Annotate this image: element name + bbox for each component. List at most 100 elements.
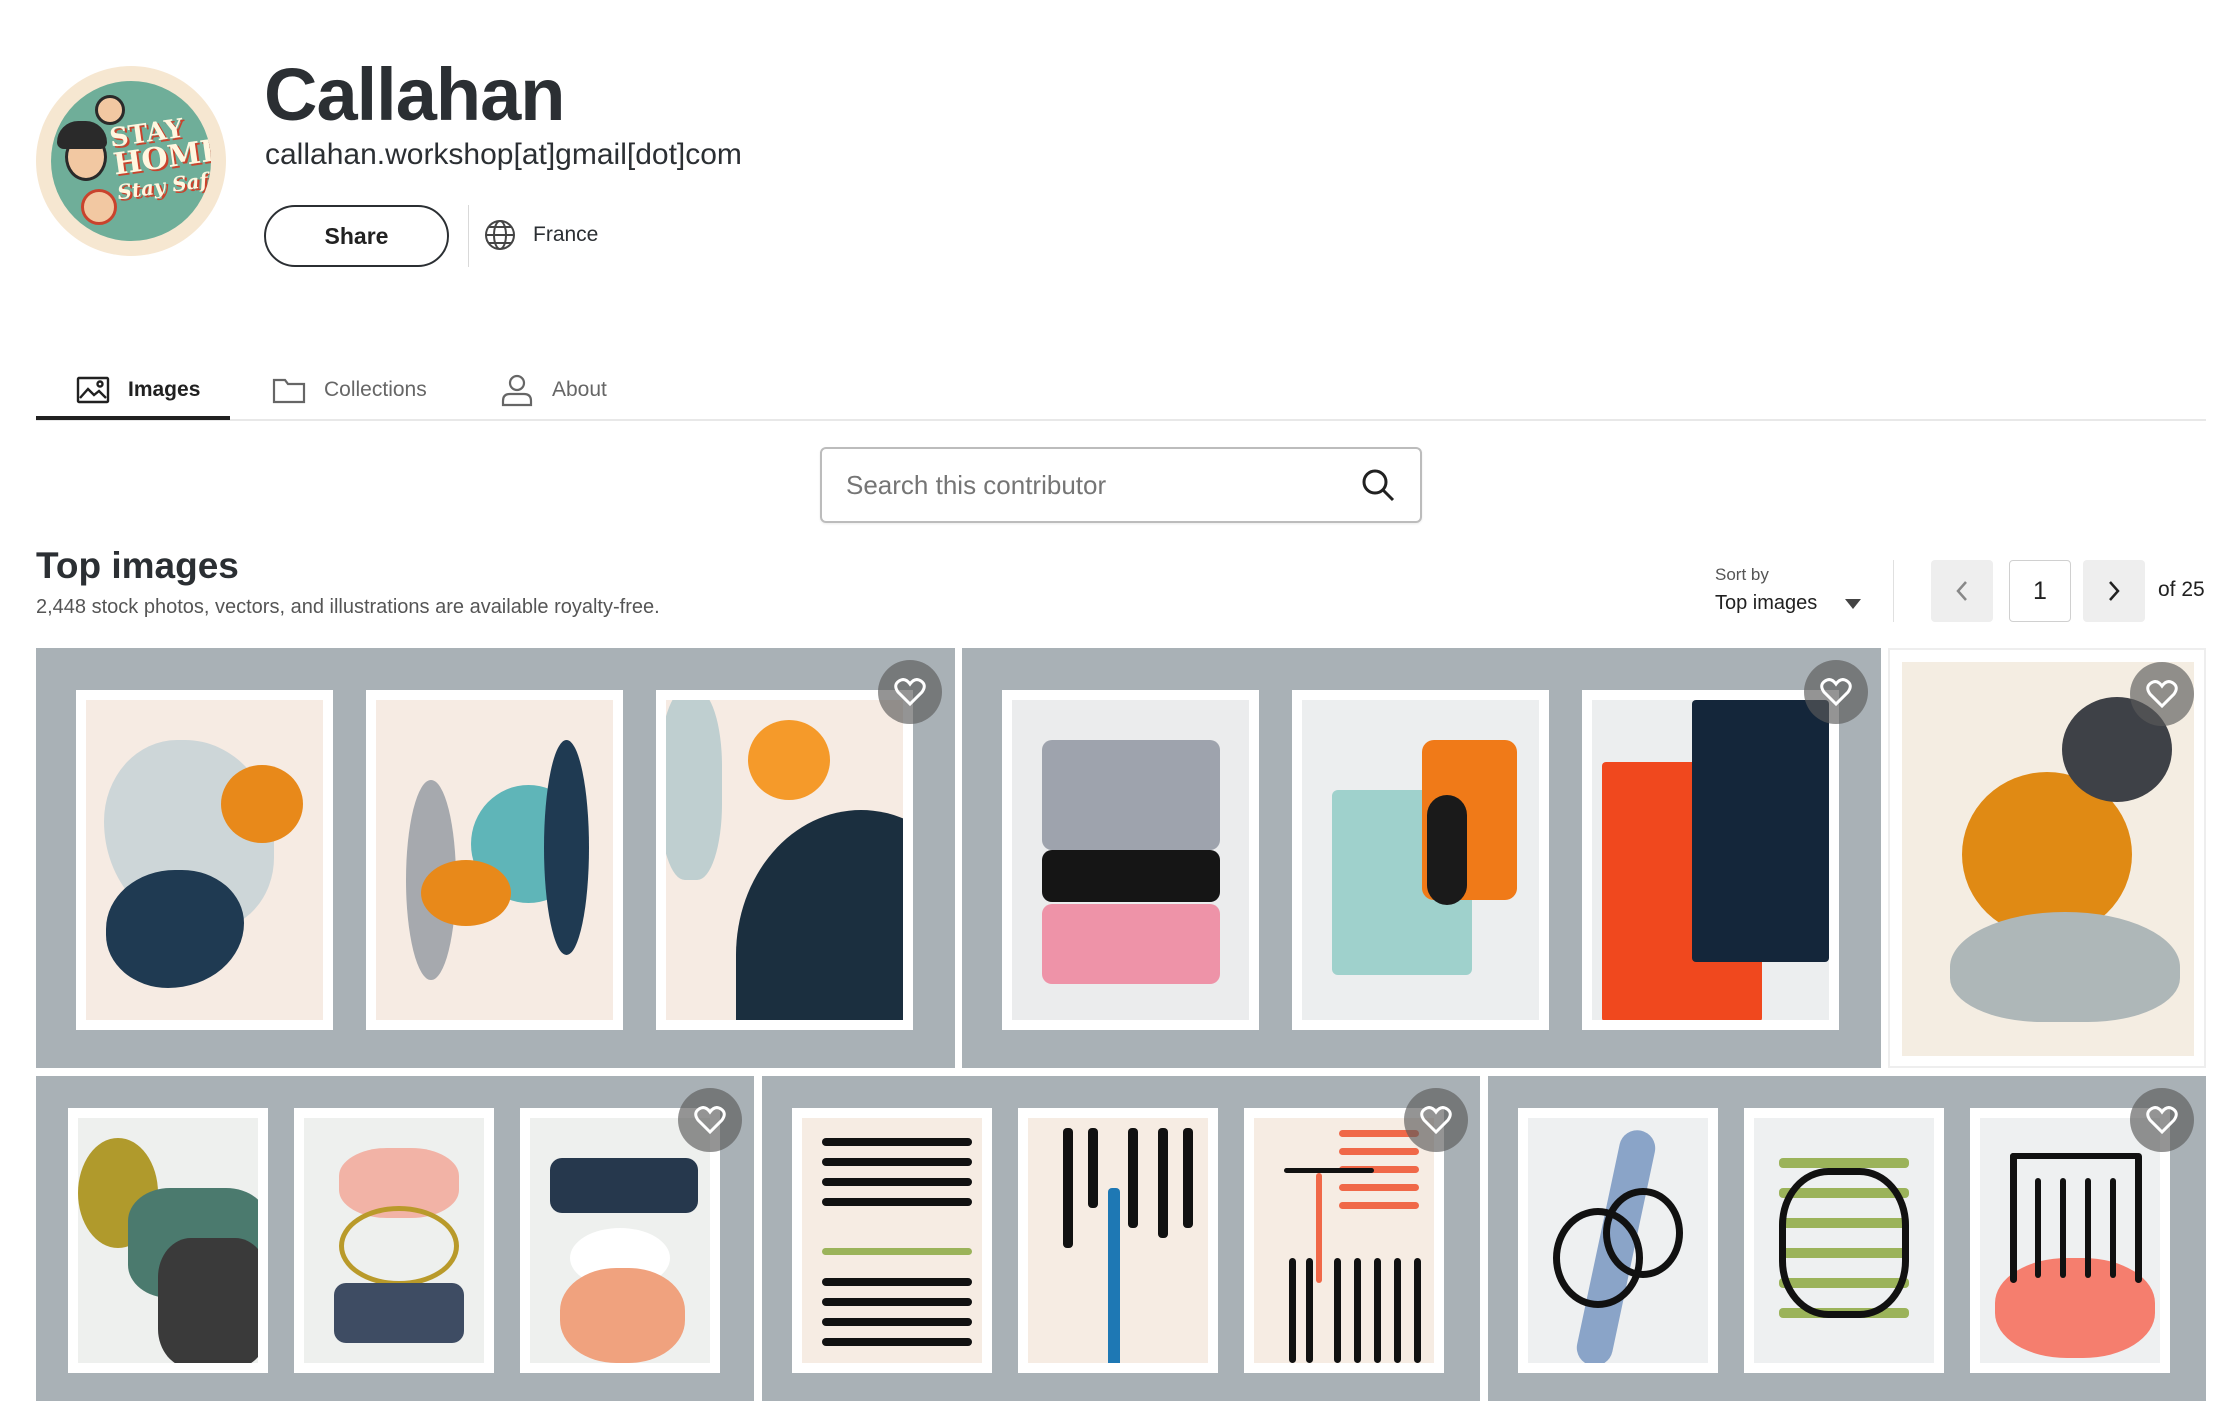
artwork-stripe [2135,1153,2142,1283]
heart-icon [1820,678,1852,707]
search-icon[interactable] [1360,467,1396,503]
globe-icon [485,220,515,250]
artwork-stripe [2060,1178,2066,1278]
artwork-stripe [1128,1128,1138,1228]
artwork-shape [736,810,903,1020]
favorite-button[interactable] [878,660,942,724]
artwork-poster [1244,1108,1444,1373]
artwork-paper [304,1118,484,1363]
artwork-stripe [1339,1148,1419,1155]
sort-label: Sort by [1715,565,1769,584]
share-button[interactable]: Share [264,205,449,267]
artwork-stripe [1339,1202,1419,1209]
avatar-artwork: STAY HOME Stay Safe [51,81,211,241]
page-total-label: of 25 [2158,578,2205,601]
sort-dropdown[interactable]: Top images [1715,592,1862,615]
heart-icon [694,1106,726,1135]
artwork-stripe [822,1158,972,1166]
artwork-shape [666,700,722,880]
artwork-stripe [1063,1128,1073,1248]
artwork-paper [1012,700,1249,1020]
contributor-email: callahan.workshop[at]gmail[dot]com [265,138,742,171]
image-tile[interactable] [36,1076,754,1401]
artwork-stripe [1183,1128,1193,1228]
tab-images-label: Images [128,378,201,401]
artwork-stripe [1306,1258,1313,1363]
tab-collections[interactable]: Collections [272,370,427,410]
artwork-stripe [1284,1168,1374,1173]
favorite-button[interactable] [1804,660,1868,724]
chevron-down-icon [1845,598,1862,609]
artwork-shape [1042,850,1220,902]
favorite-button[interactable] [1404,1088,1468,1152]
favorite-button[interactable] [678,1088,742,1152]
person-icon [501,374,533,407]
avatar-face-child [81,189,117,225]
image-tile[interactable] [962,648,1881,1068]
artwork-stripe [822,1318,972,1326]
heart-icon [894,678,926,707]
country-location: France [483,218,598,252]
artwork-stripe [1394,1258,1401,1363]
artwork-stripe [1289,1258,1296,1363]
artwork-poster [1744,1108,1944,1373]
artwork-stripe [822,1198,972,1206]
artwork-stripe [822,1298,972,1306]
artwork-stripe [822,1178,972,1186]
artwork-paper [1980,1118,2160,1363]
artwork-stripe [2110,1178,2116,1278]
previous-page-button[interactable] [1931,560,1993,622]
artwork-paper [1754,1118,1934,1363]
tab-collections-label: Collections [324,378,427,401]
page-number-input[interactable]: 1 [2009,560,2071,622]
image-icon [76,376,110,404]
artwork-poster [1582,690,1839,1030]
artwork-stripe [1354,1258,1361,1363]
artwork-paper [376,700,613,1020]
artwork-stripe [822,1338,972,1346]
tab-images[interactable]: Images [76,370,200,410]
artwork-paper [1028,1118,1208,1363]
artwork-shape [339,1206,459,1286]
artwork-poster [1970,1108,2170,1373]
artwork-shape [748,720,830,800]
favorite-button[interactable] [2130,662,2194,726]
image-tile[interactable] [762,1076,1480,1401]
tab-about[interactable]: About [500,370,607,410]
artwork-paper [530,1118,710,1363]
artwork-paper [1254,1118,1434,1363]
artwork-poster [1292,690,1549,1030]
header-divider [468,205,469,267]
artwork-stripe [2085,1178,2091,1278]
artwork-shape [1995,1258,2155,1358]
artwork-shape [1042,904,1220,984]
image-tile[interactable] [1488,1076,2206,1401]
artwork-shape [1950,912,2180,1022]
artwork-shape [221,765,303,843]
heart-icon [2146,1106,2178,1135]
artwork-stripe [1414,1258,1421,1363]
artwork-stripe [2010,1153,2017,1283]
search-input[interactable] [846,469,1360,501]
folder-icon [272,378,306,404]
country-label: France [533,223,599,246]
artwork-poster [366,690,623,1030]
avatar-hair [57,121,107,149]
chevron-right-icon [2109,581,2120,601]
image-tile[interactable] [36,648,955,1068]
artwork-shape [334,1283,464,1343]
profile-tabs: Images Collections About [36,360,2206,421]
favorite-button[interactable] [2130,1088,2194,1152]
artwork-stripe [1158,1128,1168,1238]
artwork-stripe [822,1248,972,1255]
artwork-shape [560,1268,685,1363]
heart-icon [1420,1106,1452,1135]
artwork-paper [1302,700,1539,1020]
artwork-stripe [1108,1188,1120,1363]
next-page-button[interactable] [2083,560,2145,622]
artwork-shape [550,1158,698,1213]
image-tile[interactable] [1888,648,2206,1068]
artwork-poster [76,690,333,1030]
artwork-stripe [1088,1128,1098,1208]
artwork-shape [544,740,589,955]
